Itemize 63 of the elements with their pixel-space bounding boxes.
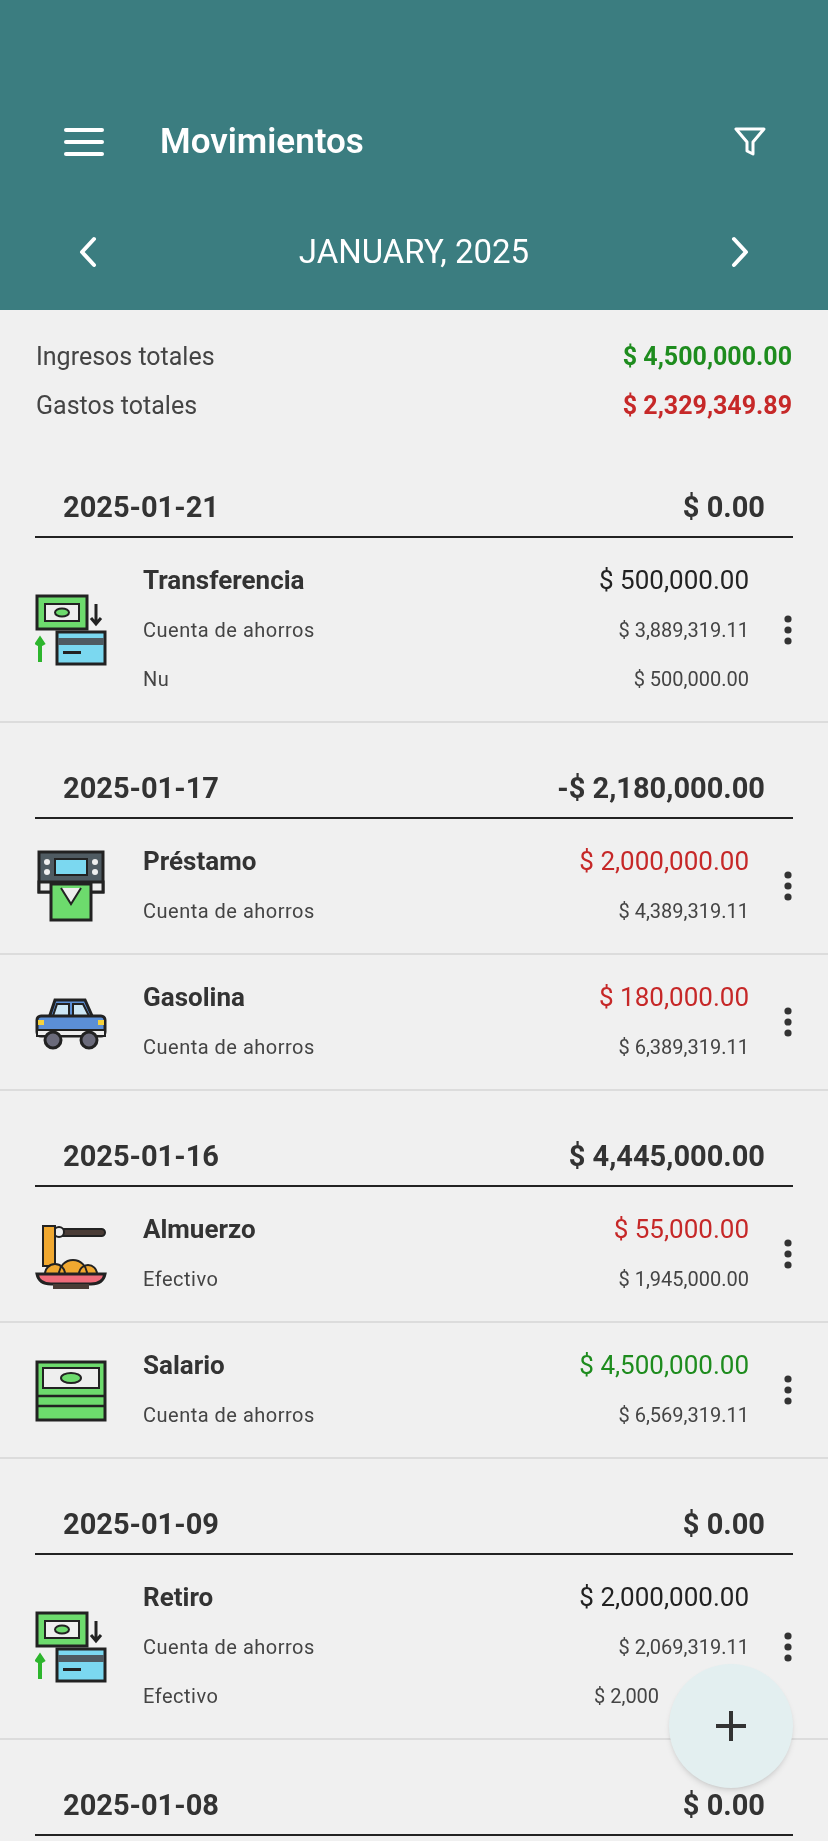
date-heading: 2025-01-17 <box>63 771 219 805</box>
transaction-amount: $ 180,000.00 <box>599 981 749 1014</box>
date-heading: 2025-01-09 <box>63 1507 219 1541</box>
summary-label: Gastos totales <box>36 389 198 422</box>
account-balance: $ 2,069,319.11 <box>618 1633 749 1661</box>
more-vertical-icon <box>783 871 793 901</box>
chevron-left-icon <box>78 236 98 268</box>
atm-icon <box>35 850 107 922</box>
more-vertical-icon <box>783 1239 793 1269</box>
transaction-item[interactable]: Préstamo $ 2,000,000.00 Cuenta de ahorros $ 4,389,319.11 <box>0 819 828 955</box>
account-balance: $ 4,389,319.11 <box>618 897 749 925</box>
transaction-amount: $ 500,000.00 <box>599 564 749 597</box>
more-vertical-icon <box>783 614 793 645</box>
account-balance: $ 2,000 <box>594 1682 661 1710</box>
transaction-title: Salario <box>143 1349 225 1382</box>
plus-icon <box>715 1710 747 1742</box>
date-heading: 2025-01-21 <box>63 490 219 524</box>
summary-amount: $ 2,329,349.89 <box>622 389 792 422</box>
account-balance: $ 6,569,319.11 <box>618 1401 749 1429</box>
day-total: $ 0.00 <box>682 1788 765 1822</box>
transaction-amount: $ 2,000,000.00 <box>579 845 749 878</box>
account-name: Cuenta de ahorros <box>143 1401 315 1429</box>
account-name: Cuenta de ahorros <box>143 1633 315 1661</box>
screen-title: Movimientos <box>160 119 364 164</box>
transaction-title: Almuerzo <box>143 1213 256 1246</box>
transaction-item[interactable]: Transferencia $ 500,000.00 Cuenta de ahorros $ 3,889,319.11 Nu $ 500,000.00 <box>0 538 828 723</box>
account-balance: $ 500,000.00 <box>633 665 749 693</box>
month-label: JANUARY, 2025 <box>298 231 530 274</box>
transaction-title: Gasolina <box>143 981 245 1014</box>
menu-icon <box>64 127 104 157</box>
more-vertical-icon <box>783 1375 793 1405</box>
chevron-right-icon <box>730 236 750 268</box>
account-name: Nu <box>143 665 170 693</box>
account-name: Efectivo <box>143 1265 219 1293</box>
transaction-title: Transferencia <box>143 564 305 597</box>
transaction-title: Préstamo <box>143 845 257 878</box>
transaction-amount: $ 4,500,000.00 <box>579 1349 749 1382</box>
cash-card-exchange-icon <box>35 1610 107 1683</box>
day-total: $ 4,445,000.00 <box>568 1139 765 1173</box>
day-total: -$ 2,180,000.00 <box>557 771 765 805</box>
account-name: Cuenta de ahorros <box>143 616 315 644</box>
more-vertical-icon <box>783 1007 793 1037</box>
account-name: Cuenta de ahorros <box>143 897 315 925</box>
account-name: Efectivo <box>143 1682 219 1710</box>
account-balance: $ 3,889,319.11 <box>618 616 749 644</box>
summary-label: Ingresos totales <box>36 340 215 373</box>
filter-icon <box>734 127 766 157</box>
account-name: Cuenta de ahorros <box>143 1033 315 1061</box>
transaction-amount: $ 55,000.00 <box>613 1213 749 1246</box>
date-heading: 2025-01-08 <box>63 1788 219 1822</box>
transaction-item[interactable]: Salario $ 4,500,000.00 Cuenta de ahorros $ 6,569,319.11 <box>0 1323 828 1459</box>
transaction-amount: $ 2,000,000.00 <box>579 1581 749 1614</box>
summary-amount: $ 4,500,000.00 <box>622 340 792 373</box>
more-vertical-icon <box>783 1631 793 1662</box>
day-total: $ 0.00 <box>682 490 765 524</box>
day-total: $ 0.00 <box>682 1507 765 1541</box>
account-balance: $ 1,945,000.00 <box>618 1265 749 1293</box>
account-balance: $ 6,389,319.11 <box>618 1033 749 1061</box>
transaction-item[interactable]: Gasolina $ 180,000.00 Cuenta de ahorros $ 6,389,319.11 <box>0 955 828 1091</box>
transaction-item[interactable]: Almuerzo $ 55,000.00 Efectivo $ 1,945,000.00 <box>0 1187 828 1323</box>
date-heading: 2025-01-16 <box>63 1139 219 1173</box>
transaction-title: Retiro <box>143 1581 214 1614</box>
cash-card-exchange-icon <box>35 593 107 666</box>
